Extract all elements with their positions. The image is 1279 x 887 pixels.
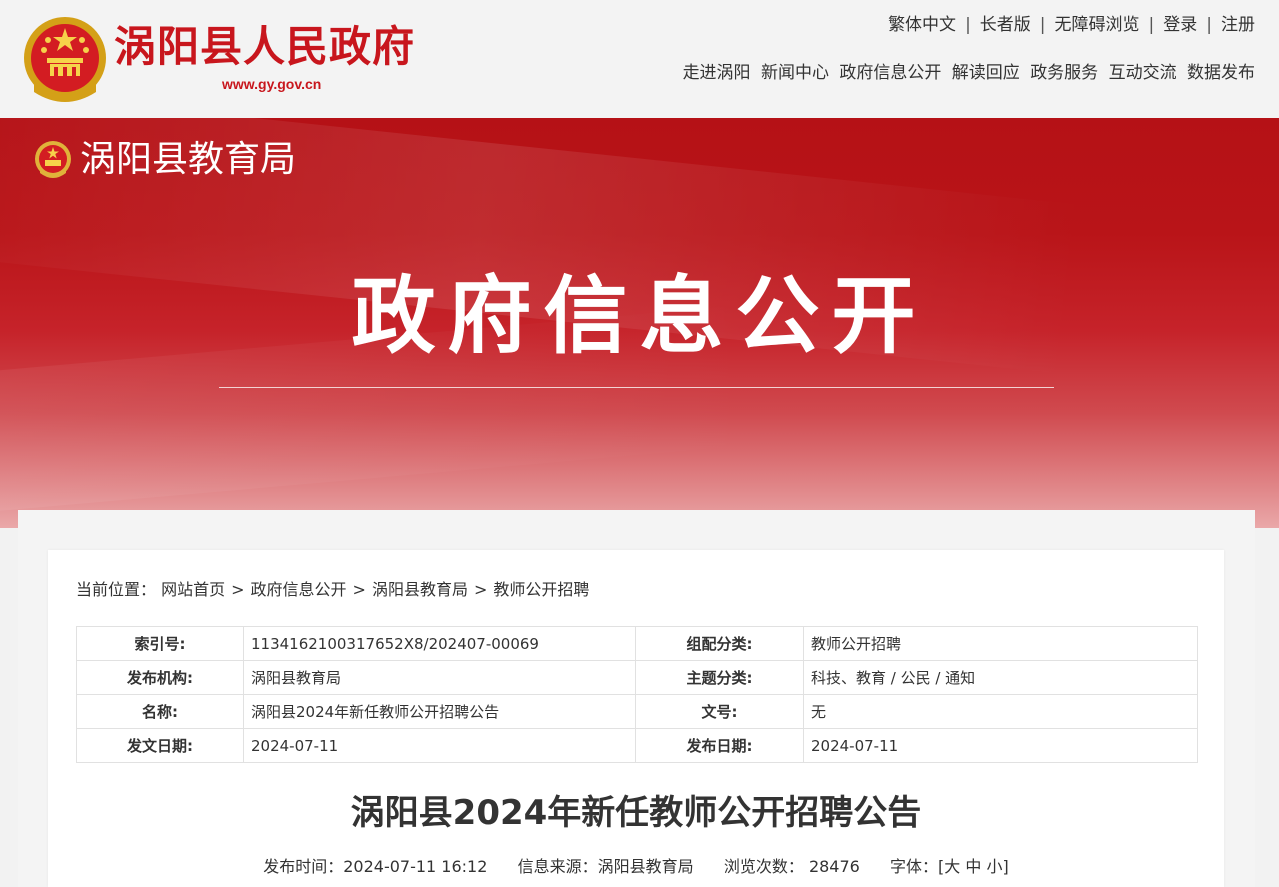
table-row: 发布机构: 涡阳县教育局 主题分类: 科技、教育 / 公民 / 通知 xyxy=(76,660,1198,695)
title-underline xyxy=(219,387,1054,388)
meta-value-publish-date: 2024-07-11 xyxy=(803,728,1198,763)
table-row: 索引号: 1134162100317652X8/202407-00069 组配分… xyxy=(76,626,1198,661)
breadcrumb-home[interactable]: 网站首页 xyxy=(161,580,225,599)
article-title: 涡阳县2024年新任教师公开招聘公告 xyxy=(350,793,922,833)
breadcrumb-teacher-recruitment[interactable]: 教师公开招聘 xyxy=(493,580,589,599)
site-header: 涡阳县人民政府 www.gy.gov.cn 繁体中文 | 长者版 | 无障碍浏览 | 登录 |… xyxy=(0,0,1279,118)
link-register[interactable]: 注册 xyxy=(1221,15,1255,35)
breadcrumb-education-bureau[interactable]: 涡阳县教育局 xyxy=(372,580,468,599)
national-emblem-icon[interactable] xyxy=(22,14,108,104)
views-count: 28476 xyxy=(808,857,860,876)
banner: 涡阳县教育局 政府信息公开 xyxy=(0,118,1279,528)
nav-about-guoyang[interactable]: 走进涡阳 xyxy=(683,63,751,83)
divider: | xyxy=(1148,15,1155,35)
site-url: www.gy.gov.cn xyxy=(222,76,322,92)
meta-label-name: 名称: xyxy=(76,694,244,729)
meta-label-doc-no: 文号: xyxy=(635,694,804,729)
meta-value-issue-date: 2024-07-11 xyxy=(243,728,636,763)
font-medium-button[interactable]: 中 xyxy=(965,857,981,876)
nav-gov-info-disclosure[interactable]: 政府信息公开 xyxy=(839,63,941,83)
meta-value-index-no: 1134162100317652X8/202407-00069 xyxy=(243,626,636,661)
meta-label-issue-date: 发文日期: xyxy=(76,728,244,763)
publish-time-label: 发布时间： xyxy=(263,857,344,876)
font-small-button[interactable]: 小 xyxy=(987,857,1003,876)
meta-label-category: 组配分类: xyxy=(635,626,804,661)
link-traditional-chinese[interactable]: 繁体中文 xyxy=(888,15,956,35)
publish-time: 2024-07-11 16:12 xyxy=(343,857,488,876)
source-label: 信息来源： xyxy=(517,857,598,876)
article-meta: 发布时间：2024-07-11 16:12 信息来源：涡阳县教育局 浏览次数： … xyxy=(48,855,1224,879)
breadcrumb: 当前位置： 网站首页 > 政府信息公开 > 涡阳县教育局 > 教师公开招聘 xyxy=(76,578,589,602)
breadcrumb-prefix: 当前位置： xyxy=(76,580,157,599)
breadcrumb-separator: > xyxy=(473,580,488,599)
meta-value-category: 教师公开招聘 xyxy=(803,626,1198,661)
divider: | xyxy=(1206,15,1212,35)
link-login[interactable]: 登录 xyxy=(1163,15,1197,35)
font-size-label: 字体： xyxy=(890,857,939,876)
meta-value-publisher: 涡阳县教育局 xyxy=(243,660,636,695)
department-name: 涡阳县教育局 xyxy=(80,139,297,180)
font-large-button[interactable]: 大 xyxy=(944,857,960,876)
meta-label-index-no: 索引号: xyxy=(76,626,244,661)
divider: | xyxy=(1039,15,1046,35)
nav-news-center[interactable]: 新闻中心 xyxy=(761,63,829,83)
meta-label-publisher: 发布机构: xyxy=(76,660,244,695)
national-emblem-icon xyxy=(35,141,71,178)
divider: | xyxy=(965,15,971,35)
banner-title: 政府信息公开 xyxy=(351,267,928,365)
meta-value-name: 涡阳县2024年新任教师公开招聘公告 xyxy=(243,694,636,729)
department-header[interactable]: 涡阳县教育局 xyxy=(34,136,296,184)
metadata-table: 索引号: 1134162100317652X8/202407-00069 组配分… xyxy=(76,626,1198,763)
source-value: 涡阳县教育局 xyxy=(597,857,694,876)
nav-interpretation[interactable]: 解读回应 xyxy=(952,63,1020,83)
font-bracket: ] xyxy=(1002,857,1009,876)
main-nav: 走进涡阳 新闻中心 政府信息公开 解读回应 政务服务 互动交流 数据发布 xyxy=(678,60,1255,86)
link-accessibility[interactable]: 无障碍浏览 xyxy=(1055,15,1140,35)
breadcrumb-separator: > xyxy=(231,580,245,599)
breadcrumb-separator: > xyxy=(352,580,366,599)
table-row: 发文日期: 2024-07-11 发布日期: 2024-07-11 xyxy=(76,728,1198,763)
meta-label-publish-date: 发布日期: xyxy=(635,728,804,763)
meta-label-topic: 主题分类: xyxy=(635,660,804,695)
nav-data-release[interactable]: 数据发布 xyxy=(1187,63,1255,83)
table-row: 名称: 涡阳县2024年新任教师公开招聘公告 文号: 无 xyxy=(76,694,1198,729)
views-label: 浏览次数： xyxy=(723,857,804,876)
article-card: 当前位置： 网站首页 > 政府信息公开 > 涡阳县教育局 > 教师公开招聘 索引号: 113… xyxy=(48,550,1224,887)
link-elder-version[interactable]: 长者版 xyxy=(980,15,1031,35)
meta-value-topic: 科技、教育 / 公民 / 通知 xyxy=(803,660,1198,695)
utility-links: 繁体中文 | 长者版 | 无障碍浏览 | 登录 | 注册 xyxy=(888,12,1255,38)
breadcrumb-gov-info[interactable]: 政府信息公开 xyxy=(251,580,347,599)
site-title[interactable]: 涡阳县人民政府 xyxy=(114,18,415,76)
nav-gov-services[interactable]: 政务服务 xyxy=(1030,63,1098,83)
meta-value-doc-no: 无 xyxy=(803,694,1198,729)
nav-interaction[interactable]: 互动交流 xyxy=(1109,63,1177,83)
content-panel: 当前位置： 网站首页 > 政府信息公开 > 涡阳县教育局 > 教师公开招聘 索引号: 113… xyxy=(18,510,1255,887)
